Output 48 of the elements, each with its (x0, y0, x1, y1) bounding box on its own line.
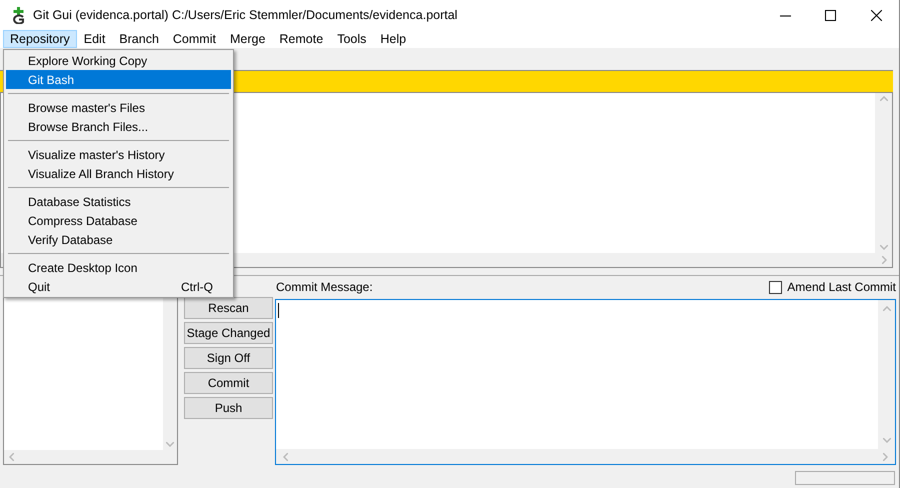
scroll-down-icon[interactable] (880, 245, 888, 250)
action-button[interactable]: Stage Changed (184, 322, 273, 344)
vertical-scrollbar[interactable] (875, 93, 892, 253)
commit-message-field[interactable] (275, 299, 896, 465)
menu-item[interactable]: Create Desktop Icon (6, 258, 231, 277)
menu-bar-item[interactable]: Tools (330, 30, 374, 48)
menu-item[interactable]: Browse Branch Files... (6, 117, 231, 136)
menu-item[interactable]: Browse master's Files (6, 98, 231, 117)
menu-bar-item[interactable]: Edit (76, 30, 112, 48)
amend-checkbox[interactable] (769, 280, 782, 294)
amend-label[interactable]: Amend Last Commit (787, 278, 896, 296)
text-cursor (278, 303, 279, 318)
scroll-right-icon[interactable] (882, 256, 887, 264)
menu-item-label: Quit (28, 278, 50, 296)
menu-item[interactable]: Git Bash (6, 70, 231, 89)
action-button[interactable]: Rescan (184, 297, 273, 319)
maximize-icon[interactable] (825, 10, 836, 20)
close-icon[interactable] (871, 10, 882, 20)
scroll-left-icon[interactable] (283, 452, 288, 460)
menu-item[interactable]: Compress Database (6, 211, 231, 230)
vertical-scrollbar[interactable] (878, 300, 895, 449)
scroll-right-icon[interactable] (883, 452, 888, 460)
menu-item[interactable]: Explore Working Copy (6, 51, 231, 70)
scroll-up-icon[interactable] (880, 96, 888, 101)
menu-item[interactable]: Visualize master's History (6, 145, 231, 164)
scroll-down-icon[interactable] (166, 442, 174, 447)
menu-item[interactable]: Database Statistics (6, 192, 231, 211)
horizontal-scrollbar[interactable] (276, 449, 895, 464)
menu-bar-item[interactable]: Commit (166, 30, 223, 48)
menu-bar-item[interactable]: Repository (3, 30, 77, 48)
menu-bar-item[interactable]: Help (373, 30, 414, 48)
menu-item[interactable]: Verify Database (6, 230, 231, 249)
scroll-down-icon[interactable] (882, 438, 890, 443)
action-button[interactable]: Push (184, 397, 273, 419)
window-title: Git Gui (evidenca.portal) C:/Users/Eric Stemmler/Documents/evidenca.portal (33, 6, 458, 24)
action-button[interactable]: Commit (184, 372, 273, 394)
scroll-up-icon[interactable] (882, 306, 890, 311)
menu-bar-item[interactable]: Remote (272, 30, 330, 48)
scroll-left-icon[interactable] (9, 453, 14, 461)
menu-item[interactable]: Quit Ctrl-Q (6, 277, 231, 296)
action-button[interactable]: Sign Off (184, 347, 273, 369)
horizontal-scrollbar[interactable] (4, 450, 177, 464)
menu-bar-item[interactable]: Merge (222, 30, 272, 48)
app-logo-icon (12, 6, 25, 24)
commit-message-label: Commit Message: (276, 279, 373, 296)
menu-bar-item[interactable]: Branch (112, 30, 166, 48)
menu-item[interactable]: Visualize All Branch History (6, 164, 231, 183)
shortcut-label: Ctrl-Q (181, 278, 213, 296)
